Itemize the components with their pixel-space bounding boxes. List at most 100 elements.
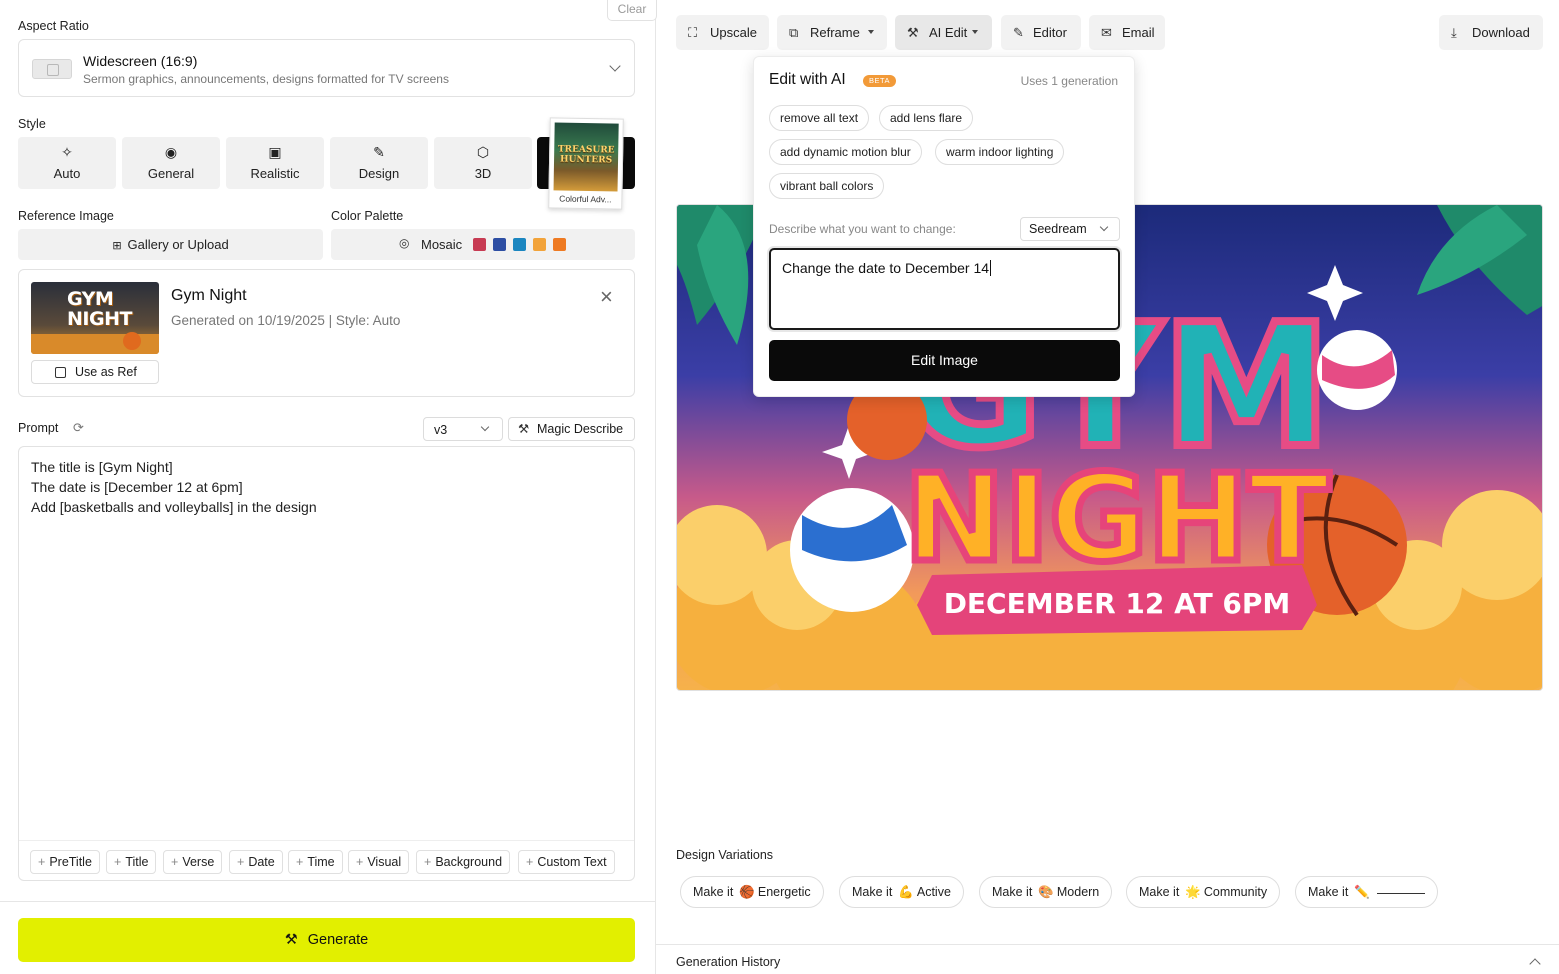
date-banner-text: DECEMBER 12 AT 6PM [944,587,1291,620]
magic-wand-icon: ⚒ [518,422,530,436]
version-select[interactable]: v3 [423,417,503,441]
variation-active-button[interactable]: Make it 💪 Active [839,876,964,908]
magic-wand-icon: ⚒ [284,932,298,948]
style-option-label: Design [358,166,400,181]
email-button[interactable]: ✉ Email [1089,15,1165,50]
suggestion-chip[interactable]: add lens flare [879,105,974,131]
aspect-ratio-label: Aspect Ratio [18,19,89,33]
suggestion-chip[interactable]: warm indoor lighting [935,139,1065,165]
variation-energetic-button[interactable]: Make it 🏀 Energetic [680,876,824,908]
style-preview-text: TREASURE HUNTERS [557,144,615,166]
reframe-label: Reframe [810,25,860,40]
chevron-down-icon [480,422,490,432]
palette-icon: ◎ [399,236,410,250]
variation-word: Active [916,885,951,899]
email-label: Email [1122,25,1155,40]
tag-pretitle-button[interactable]: + PreTitle [30,850,100,874]
variation-custom-button[interactable]: Make it ✏️ [1295,876,1438,908]
gallery-upload-button[interactable]: ⊞ Gallery or Upload [18,229,323,260]
tag-verse-button[interactable]: + Verse [163,850,223,874]
color-swatch [533,238,546,251]
clear-button[interactable]: Clear [607,0,657,21]
download-label: Download [1472,25,1530,40]
gallery-upload-label: Gallery or Upload [127,237,229,252]
generation-history-bar[interactable]: Generation History [656,944,1559,974]
magic-describe-button[interactable]: ⚒ Magic Describe [508,417,635,441]
style-general-button[interactable]: ◉ General [122,137,220,189]
aspect-ratio-title: Widescreen (16:9) [83,53,198,69]
tag-label: Verse [182,855,215,869]
pen-icon: ✎ [373,144,385,160]
aspect-ratio-subtitle: Sermon graphics, announcements, designs … [83,72,449,86]
color-palette-select[interactable]: ◎ Mosaic [331,229,635,260]
aspect-ratio-select[interactable]: Widescreen (16:9) Sermon graphics, annou… [18,39,635,97]
edit-image-button[interactable]: Edit Image [769,340,1120,381]
color-swatch [493,238,506,251]
tag-time-button[interactable]: + Time [288,850,343,874]
tag-date-button[interactable]: + Date [229,850,283,874]
prompt-textarea[interactable]: The title is [Gym Night] The date is [De… [18,446,635,881]
star-icon: 🌟 [1185,885,1201,899]
reframe-button[interactable]: ⧉ Reframe [777,15,887,50]
crop-icon: ⧉ [789,25,799,40]
sparkle-icon: ✧ [61,144,73,160]
model-select[interactable]: Seedream [1020,217,1120,241]
mail-icon: ✉ [1101,25,1112,40]
variation-community-button[interactable]: Make it 🌟 Community [1126,876,1281,908]
style-auto-button[interactable]: ✧ Auto [18,137,116,189]
color-palette-label: Color Palette [331,209,404,223]
generate-button[interactable]: ⚒ Generate [18,918,635,962]
reference-image-label: Reference Image [18,209,114,223]
pencil-icon: ✏️ [1354,885,1370,899]
suggestion-chip[interactable]: add dynamic motion blur [769,139,922,165]
ai-edit-input[interactable]: Change the date to December 14 [769,248,1120,330]
use-as-ref-label: Use as Ref [75,365,137,379]
art-palette-icon: 🎨 [1038,885,1054,899]
chevron-down-icon [609,60,621,72]
suggestion-chip[interactable]: remove all text [769,105,870,131]
suggestion-chip[interactable]: vibrant ball colors [769,173,885,199]
upscale-button[interactable]: ⛶ Upscale [676,15,769,50]
tag-custom-text-button[interactable]: + Custom Text [518,850,615,874]
version-value: v3 [434,423,448,437]
selected-style-preview[interactable]: TREASURE HUNTERS Colorful Adv... [548,117,624,210]
close-icon[interactable]: × [600,286,613,308]
basketball-icon: 🏀 [739,885,755,899]
tag-background-button[interactable]: + Background [416,850,511,874]
generation-thumbnail[interactable]: GYM NIGHT [31,282,159,354]
generation-card: GYM NIGHT Gym Night Generated on 10/19/2… [18,269,635,397]
generation-meta: Generated on 10/19/2025 | Style: Auto [171,313,401,328]
prompt-line: Add [basketballs and volleyballs] in the… [31,499,317,515]
design-variations-label: Design Variations [676,848,774,862]
palette-icon: ◉ [164,144,178,160]
prompt-text[interactable]: The title is [Gym Night] The date is [De… [31,457,317,517]
palette-name: Mosaic [421,237,463,252]
color-swatch [473,238,486,251]
editor-button[interactable]: ✎ Editor [1001,15,1081,50]
ai-edit-button[interactable]: ⚒ AI Edit [895,15,992,50]
beta-badge: BETA [863,75,897,87]
generation-cost: Uses 1 generation [1020,74,1118,88]
use-as-ref-checkbox[interactable]: Use as Ref [31,360,159,384]
variation-prefix: Make it [852,885,893,899]
variation-word: Energetic [757,885,811,899]
tag-title-button[interactable]: + Title [106,850,157,874]
refresh-icon[interactable]: ⟳ [73,420,84,436]
ai-edit-title: Edit with AI [769,71,846,88]
style-preview-caption: Colorful Adv... [559,193,612,205]
ai-edit-label: AI Edit [929,25,968,40]
chevron-up-icon[interactable] [1529,958,1541,970]
tag-visual-button[interactable]: + Visual [348,850,410,874]
style-option-label: 3D [474,166,492,181]
tag-label: Title [125,855,149,869]
download-button[interactable]: ⤓ Download [1439,15,1543,50]
checkbox-icon [55,367,66,378]
style-realistic-button[interactable]: ▣ Realistic [226,137,324,189]
caret-down-icon [868,30,874,34]
tv-screen-icon [32,59,72,79]
style-3d-button[interactable]: ⬡ 3D [434,137,532,189]
pen-icon: ✎ [1013,25,1024,40]
style-design-button[interactable]: ✎ Design [330,137,428,189]
variation-modern-button[interactable]: Make it 🎨 Modern [979,876,1113,908]
color-swatch [513,238,526,251]
